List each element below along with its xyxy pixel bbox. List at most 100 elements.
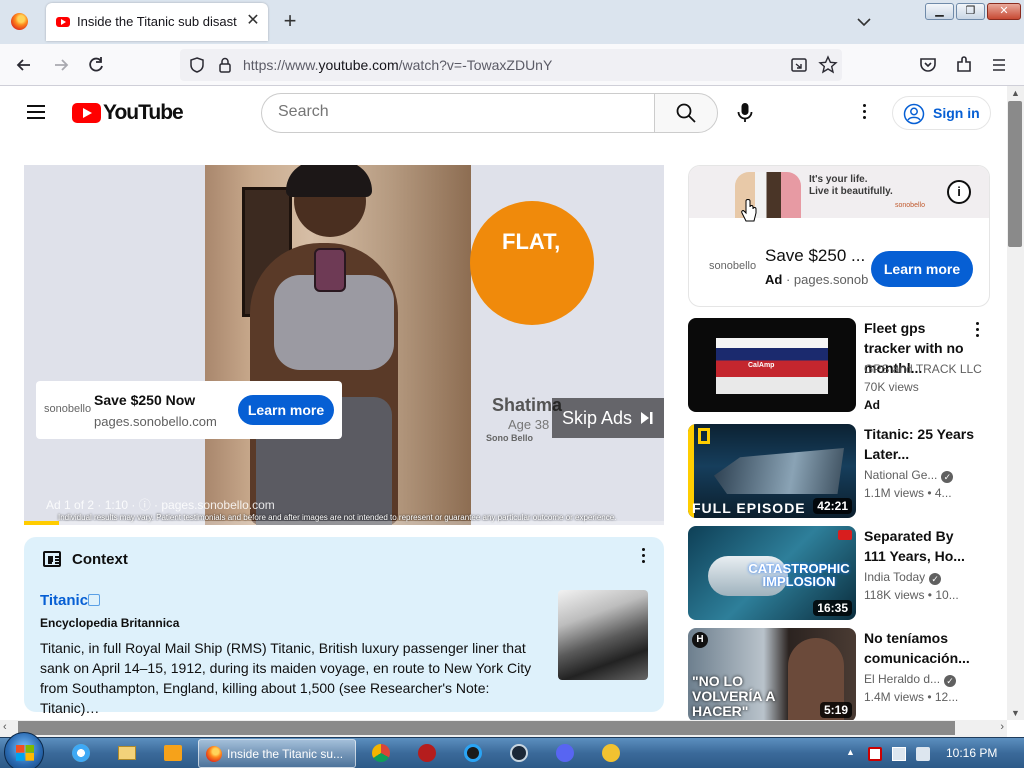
network-icon[interactable] [892,747,906,761]
more-vert-icon[interactable] [974,322,980,338]
firefox-icon[interactable] [11,13,28,30]
url-bar[interactable]: https://www.youtube.com/watch?v=-TowaxZD… [180,49,842,81]
minimize-button[interactable]: ▁ [925,3,954,20]
video-title[interactable]: Separated By 111 Years, Ho... [864,526,976,566]
discord-icon[interactable] [546,740,584,767]
context-link[interactable]: Titanic [40,592,88,609]
picture-in-picture-icon[interactable] [790,56,808,74]
internet-explorer-icon[interactable] [62,740,100,767]
info-icon[interactable]: i [947,180,971,204]
recommendation-item[interactable]: CATASTROPHIC IMPLOSION 16:35 Separated B… [688,526,990,622]
youtube-logo-icon[interactable] [72,103,101,123]
sidebar-ad-meta: Ad · pages.sonob [765,272,868,287]
chevron-down-icon[interactable] [854,12,874,32]
file-explorer-icon[interactable] [108,740,146,767]
video-thumbnail[interactable]: H "NO LO VOLVERÍA A HACER" 5:19 [688,628,856,722]
sign-in-button[interactable]: Sign in [892,96,991,130]
sidebar-ad-banner[interactable]: It's your life. Live it beautifully. son… [689,166,989,218]
ad-card-learn-more-button[interactable]: Learn more [238,395,334,425]
app-blue-icon[interactable] [454,740,492,767]
ad-orange-circle [470,201,594,325]
volume-icon[interactable] [916,747,930,761]
new-tab-button[interactable]: + [280,10,300,34]
thumbnail-overlay: FULL EPISODE [692,500,806,516]
sidebar-ad[interactable]: It's your life. Live it beautifully. son… [688,165,990,307]
context-thumbnail[interactable] [558,590,648,680]
search-button[interactable] [654,93,718,133]
discord-glyph [556,744,574,762]
skip-ads-button[interactable]: Skip Ads [552,398,664,438]
windows-taskbar: Inside the Titanic su... ▲ 10:16 PM [0,732,1024,768]
more-vert-icon[interactable] [637,548,649,570]
windows-start-icon[interactable] [4,732,44,768]
scroll-up-icon[interactable]: ▲ [1007,88,1024,98]
scroll-right-icon[interactable]: › [1000,721,1004,733]
star-icon[interactable] [818,55,838,75]
channel-name[interactable]: National Ge... ✓ [864,468,954,483]
sidebar-ad-url: · pages.sonob [785,272,869,287]
action-center-icon[interactable] [868,747,882,761]
close-tab-icon[interactable]: ✕ [245,11,261,31]
ad-card-url[interactable]: pages.sonobello.com [94,414,217,429]
microphone-icon[interactable] [735,101,755,125]
video-meta: 1.4M views • 12... [864,690,959,704]
youtube-logo-text[interactable]: YouTube [103,101,184,125]
channel-name[interactable]: GPS and TRACK LLC [864,362,982,376]
search-box [261,93,655,133]
url-text[interactable]: https://www.youtube.com/watch?v=-TowaxZD… [243,57,552,73]
video-thumbnail[interactable]: FULL EPISODE 42:21 [688,424,856,518]
app-red-icon[interactable] [408,740,446,767]
taskbar-firefox-window[interactable]: Inside the Titanic su... [198,739,356,768]
ad-card-title[interactable]: Save $250 Now [94,392,195,408]
scroll-left-icon[interactable]: ‹ [3,721,7,733]
video-title[interactable]: Titanic: 25 Years Later... [864,424,976,464]
screen: Inside the Titanic sub disaster ✕ + ▁ ❐ … [0,0,1024,768]
app-yellow-icon[interactable] [592,740,630,767]
recommendation-item[interactable]: H "NO LO VOLVERÍA A HACER" 5:19 No tenía… [688,628,990,724]
close-window-button[interactable]: ✕ [987,3,1021,20]
video-thumbnail[interactable]: CalAmp [688,318,856,412]
forward-arrow-icon[interactable] [50,54,72,76]
horizontal-scroll-thumb[interactable] [18,721,955,735]
ad-counter[interactable]: Ad 1 of 2 · 1:10 · ⓘ · pages.sonobello.c… [46,496,275,513]
channel-name-text: National Ge... [864,468,938,482]
reload-icon[interactable] [85,54,107,76]
shield-icon[interactable] [188,56,206,74]
more-vert-icon[interactable] [860,104,868,124]
menu-icon[interactable] [988,54,1010,76]
ad-progress-bar[interactable] [24,521,664,525]
thumbnail-overlay: CATASTROPHIC IMPLOSION [748,561,850,589]
vertical-scroll-thumb[interactable] [1008,101,1022,247]
browser-tab-active[interactable]: Inside the Titanic sub disaster ✕ [46,3,268,41]
chrome-glyph [372,744,390,762]
context-body: Titanic, in full Royal Mail Ship (RMS) T… [40,640,532,716]
system-clock[interactable]: 10:16 PM [946,746,997,760]
player-ad-card[interactable]: sonobello Save $250 Now pages.sonobello.… [36,381,342,439]
media-player-icon[interactable] [154,740,192,767]
ie-glyph [72,744,90,762]
pocket-icon[interactable] [917,54,939,76]
restore-button[interactable]: ❐ [956,3,985,20]
video-player[interactable]: FLAT, Shatima Age 38 Sono Bello sonobell… [24,165,664,525]
sidebar-learn-more-button[interactable]: Learn more [871,251,973,287]
tray-expand-icon[interactable]: ▲ [846,747,855,757]
video-title[interactable]: No teníamos comunicación... [864,628,976,668]
hamburger-icon[interactable] [27,105,45,123]
banner-brand: sonobello [895,202,925,209]
recommendation-item[interactable]: FULL EPISODE 42:21 Titanic: 25 Years Lat… [688,424,990,520]
scroll-down-icon[interactable]: ▼ [1007,708,1024,718]
recommendation-item[interactable]: CalAmp Fleet gps tracker with no monthl.… [688,318,990,414]
channel-name[interactable]: India Today ✓ [864,570,942,585]
lock-icon[interactable] [217,56,233,74]
external-link-icon[interactable] [88,594,100,606]
video-thumbnail[interactable]: CATASTROPHIC IMPLOSION 16:35 [688,526,856,620]
sidebar-ad-title[interactable]: Save $250 ... [765,246,865,266]
chrome-icon[interactable] [362,740,400,767]
extensions-icon[interactable] [953,54,975,76]
back-arrow-icon[interactable] [13,54,35,76]
search-input[interactable] [278,103,638,121]
steam-icon[interactable] [500,740,538,767]
ad-card-learn-more-label: Learn more [247,402,325,418]
channel-name[interactable]: El Heraldo d... ✓ [864,672,957,687]
ad-person-cap [286,165,372,197]
